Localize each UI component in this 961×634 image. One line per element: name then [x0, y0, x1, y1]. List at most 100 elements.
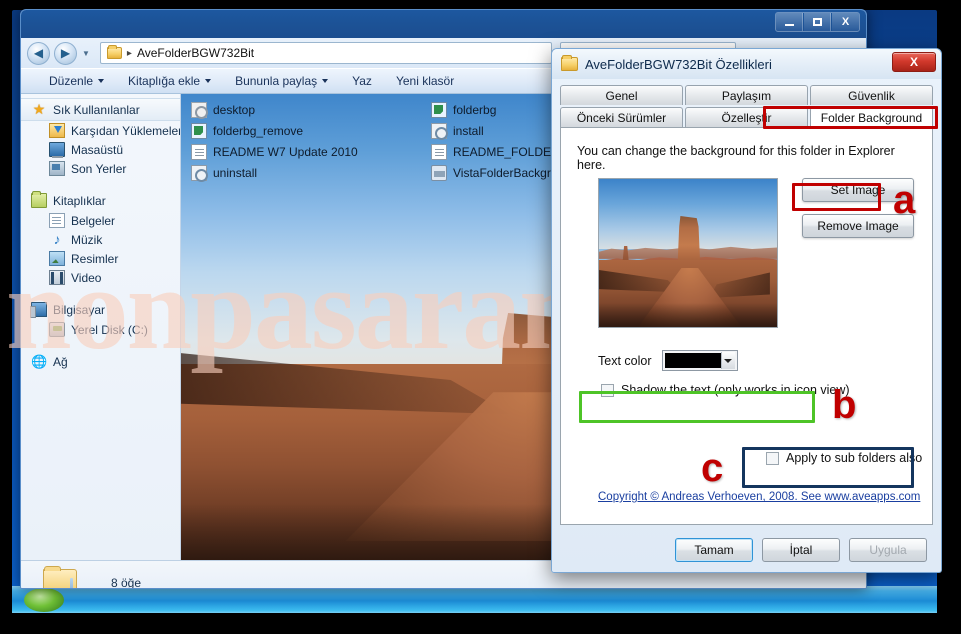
sidebar-item-label: Kitaplıklar — [53, 193, 106, 208]
folder-icon — [106, 45, 122, 59]
annotation-a: a — [893, 178, 916, 222]
cmd-label: Yeni klasör — [395, 74, 455, 88]
tab-genel[interactable]: Genel — [560, 85, 683, 105]
info-file-icon — [191, 165, 208, 182]
list-item[interactable]: uninstall — [191, 165, 431, 182]
folder-icon — [561, 55, 578, 71]
cmd-kitapliga-ekle[interactable]: Kitaplığa ekle — [116, 70, 223, 92]
registry-file-icon — [191, 123, 207, 139]
tab-ozellestir[interactable]: Özelleştir — [685, 107, 808, 127]
cmd-bununla-paylas[interactable]: Bununla paylaş — [223, 70, 340, 92]
dialog-footer: Tamam İptal Uygula — [552, 528, 941, 572]
annotation-c: c — [701, 446, 724, 490]
sidebar-item-label: Video — [71, 270, 102, 285]
forward-button[interactable]: ▶ — [54, 41, 77, 65]
apply-subfolders-label: Apply to sub folders also — [786, 451, 923, 465]
explorer-titlebar[interactable]: X — [21, 10, 866, 38]
breadcrumb-separator-icon: ▸ — [126, 47, 132, 59]
address-bar[interactable]: ▸ AveFolderBGW732Bit — [99, 42, 552, 64]
history-dropdown-icon[interactable]: ▼ — [82, 49, 90, 58]
list-item[interactable]: desktop — [191, 102, 431, 119]
cmd-label: Kitaplığa ekle — [128, 74, 201, 88]
dialog-close-button[interactable]: X — [892, 52, 936, 72]
navigation-pane: ★ Sık Kullanılanlar Karşıdan Yüklemeler … — [21, 94, 181, 560]
copyright-link[interactable]: Copyright © Andreas Verhoeven, 2008. See… — [598, 491, 920, 503]
maximize-button[interactable] — [804, 13, 831, 31]
registry-file-icon — [431, 102, 447, 118]
sidebar-item-recent-places[interactable]: Son Yerler — [21, 159, 180, 178]
panel-description: You can change the background for this f… — [577, 144, 895, 172]
text-color-label: Text color — [598, 353, 652, 368]
dll-file-icon — [431, 165, 447, 181]
properties-dialog: AveFolderBGW732Bit Özellikleri X Genel P… — [551, 48, 942, 573]
sidebar-item-favorites[interactable]: ★ Sık Kullanılanlar — [21, 98, 180, 121]
sidebar-item-local-disk[interactable]: Yerel Disk (C:) — [21, 320, 180, 339]
dialog-content: Genel Paylaşım Güvenlik Önceki Sürümler … — [552, 79, 941, 562]
text-color-row: Text color — [598, 350, 738, 371]
tab-onceki-surumler[interactable]: Önceki Sürümler — [560, 107, 683, 127]
annotation-b: b — [832, 383, 857, 427]
tab-row-primary: Genel Paylaşım Güvenlik — [560, 85, 933, 105]
list-item[interactable]: folderbg_remove — [191, 123, 431, 139]
file-name: folderbg_remove — [213, 124, 304, 138]
dialog-titlebar[interactable]: AveFolderBGW732Bit Özellikleri X — [552, 49, 941, 79]
pictures-icon — [49, 251, 65, 266]
color-swatch — [664, 353, 721, 368]
folder-icon — [43, 565, 77, 588]
tab-row-secondary: Önceki Sürümler Özelleştir Folder Backgr… — [560, 107, 933, 127]
text-color-dropdown[interactable] — [661, 350, 738, 371]
shadow-checkbox[interactable]: Shadow the text (only works in icon view… — [601, 383, 850, 397]
sidebar-item-documents[interactable]: Belgeler — [21, 211, 180, 230]
sidebar-item-downloads[interactable]: Karşıdan Yüklemeler — [21, 121, 180, 140]
sidebar-item-network[interactable]: 🌐 Ağ — [21, 351, 180, 372]
computer-icon — [30, 302, 47, 318]
dialog-title: AveFolderBGW732Bit Özellikleri — [585, 56, 772, 72]
chevron-down-icon[interactable] — [720, 352, 735, 369]
minimize-button[interactable] — [776, 13, 803, 31]
start-orb-icon[interactable] — [24, 588, 64, 612]
sidebar-item-computer[interactable]: Bilgisayar — [21, 299, 180, 320]
network-icon: 🌐 — [31, 354, 48, 369]
checkbox-box[interactable] — [766, 451, 779, 465]
sidebar-item-pictures[interactable]: Resimler — [21, 249, 180, 268]
sidebar-item-libraries[interactable]: Kitaplıklar — [21, 190, 180, 211]
text-file-icon — [191, 144, 207, 160]
cancel-button[interactable]: İptal — [762, 538, 840, 562]
tab-folder-background[interactable]: Folder Background — [810, 107, 933, 127]
checkbox-box[interactable] — [601, 383, 614, 397]
sidebar-item-video[interactable]: Video — [21, 268, 180, 287]
sidebar-item-label: Bilgisayar — [53, 302, 106, 317]
sidebar-item-label: Müzik — [71, 232, 103, 247]
cmd-label: Bununla paylaş — [235, 74, 318, 88]
close-button[interactable]: X — [832, 13, 859, 31]
cmd-label: Yaz — [352, 74, 372, 88]
documents-icon — [49, 213, 65, 228]
breadcrumb-path[interactable]: AveFolderBGW732Bit — [137, 46, 254, 60]
taskbar[interactable] — [12, 586, 937, 613]
config-file-icon — [191, 102, 208, 119]
sidebar-item-music[interactable]: ♪ Müzik — [21, 230, 180, 249]
apply-subfolders-checkbox[interactable]: Apply to sub folders also — [766, 451, 922, 465]
sidebar-divider — [21, 287, 180, 299]
sidebar-item-desktop[interactable]: Masaüstü — [21, 140, 180, 159]
apply-button[interactable]: Uygula — [849, 538, 927, 562]
cmd-duzenle[interactable]: Düzenle — [37, 70, 116, 92]
sidebar-item-label: Ağ — [53, 354, 68, 369]
cmd-yeni-klasor[interactable]: Yeni klasör — [384, 70, 466, 92]
cmd-label: Düzenle — [49, 74, 94, 88]
cmd-yaz[interactable]: Yaz — [340, 70, 384, 92]
item-count-label: 8 öğe — [111, 575, 142, 589]
desktop-icon — [49, 142, 65, 158]
back-button[interactable]: ◀ — [27, 41, 50, 65]
tab-guvenlik[interactable]: Güvenlik — [810, 85, 933, 105]
sidebar-item-label: Resimler — [71, 251, 119, 266]
sidebar-divider — [21, 339, 180, 351]
sidebar-item-label: Son Yerler — [71, 161, 127, 176]
video-icon — [49, 270, 65, 285]
tab-paylasim[interactable]: Paylaşım — [685, 85, 808, 105]
list-item[interactable]: README W7 Update 2010 — [191, 144, 431, 160]
sidebar-item-label: Masaüstü — [71, 142, 124, 157]
file-name: VistaFolderBackgro — [453, 166, 558, 180]
sidebar-divider — [21, 178, 180, 190]
ok-button[interactable]: Tamam — [675, 538, 753, 562]
